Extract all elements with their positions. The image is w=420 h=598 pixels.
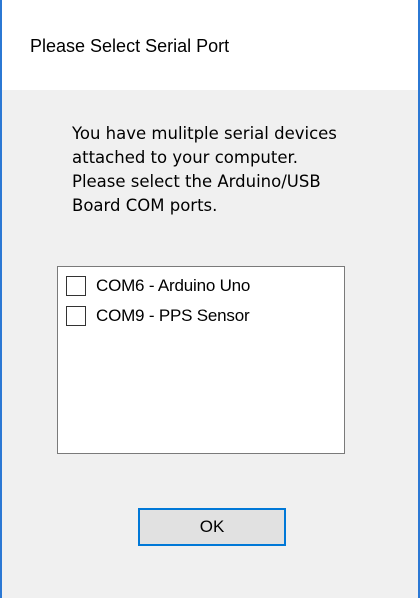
dialog-title: Please Select Serial Port [30, 36, 230, 56]
ok-button[interactable]: OK [138, 508, 286, 546]
message-line: attached to your computer. [72, 148, 299, 167]
com6-checkbox[interactable] [66, 276, 86, 296]
list-item-com9[interactable]: COM9 - PPS Sensor [66, 303, 250, 329]
instruction-message: You have mulitple serial devices attache… [72, 122, 392, 218]
com9-label: COM9 - PPS Sensor [96, 306, 250, 325]
list-item-com6[interactable]: COM6 - Arduino Uno [66, 273, 250, 299]
title-bar: Please Select Serial Port [2, 0, 418, 90]
serial-port-list[interactable]: COM6 - Arduino Uno COM9 - PPS Sensor [57, 266, 345, 454]
message-line: Please select the Arduino/USB [72, 172, 321, 191]
com6-label: COM6 - Arduino Uno [96, 276, 251, 295]
message-line: You have mulitple serial devices [72, 124, 337, 143]
message-line: Board COM ports. [72, 196, 218, 215]
com9-checkbox[interactable] [66, 306, 86, 326]
serial-port-dialog: Please Select Serial Port You have mulit… [0, 0, 420, 598]
